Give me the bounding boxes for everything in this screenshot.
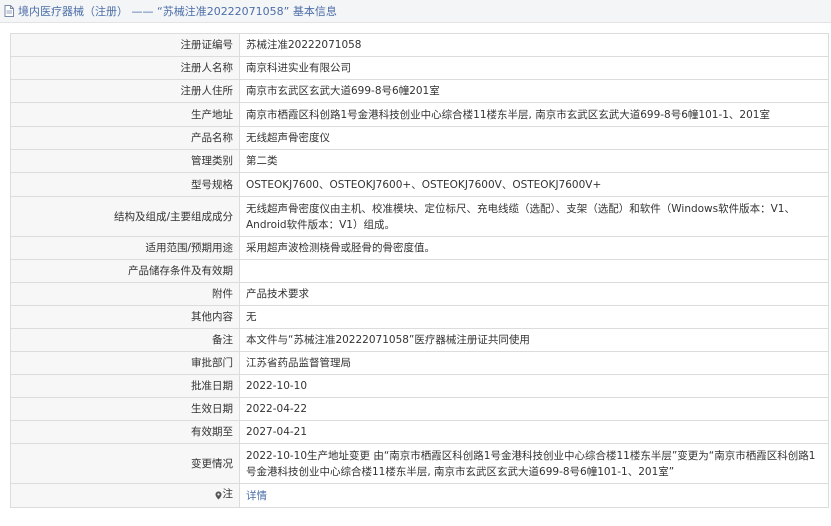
model-spec-value: OSTEOKJ7600、OSTEOKJ7600+、OSTEOKJ7600V、OS…: [239, 172, 829, 197]
change-history-value: 2022-10-10生产地址变更 由“南京市栖霞区科创路1号金港科技创业中心综合…: [239, 443, 829, 484]
table-row-effective-date: 生效日期 2022-04-22: [10, 397, 829, 421]
management-category-value: 第二类: [239, 149, 829, 173]
management-category-label: 管理类别: [10, 149, 240, 173]
production-address-value: 南京市栖霞区科创路1号金港科技创业中心综合楼11楼东半层, 南京市玄武区玄武大道…: [239, 102, 829, 127]
other-content-value: 无: [239, 305, 829, 329]
registrant-address-label: 注册人住所: [10, 79, 240, 103]
attachment-value: 产品技术要求: [239, 282, 829, 306]
table-row-registrant-address: 注册人住所 南京市玄武区玄武大道699-8号6幢201室: [10, 79, 829, 103]
remarks-value: 本文件与“苏械注准20222071058”医疗器械注册证共同使用: [239, 328, 829, 352]
table-row-management-category: 管理类别 第二类: [10, 149, 829, 173]
effective-date-value: 2022-04-22: [239, 397, 829, 421]
page-title: 境内医疗器械（注册） —— “苏械注准20222071058” 基本信息: [18, 5, 337, 18]
approval-date-value: 2022-10-10: [239, 374, 829, 398]
intended-use-value: 采用超声波检测桡骨或胫骨的骨密度值。: [239, 236, 829, 260]
detail-label: 注: [222, 487, 234, 500]
table-row-registration-number: 注册证编号 苏械注准20222071058: [10, 33, 829, 57]
info-table: 注册证编号 苏械注准20222071058 注册人名称 南京科进实业有限公司 注册人住所…: [10, 33, 829, 508]
registrant-name-value: 南京科进实业有限公司: [239, 56, 829, 80]
product-name-value: 无线超声骨密度仪: [239, 126, 829, 150]
table-row-product-name: 产品名称 无线超声骨密度仪: [10, 126, 829, 150]
registration-number-label: 注册证编号: [10, 33, 240, 57]
table-row-model-spec: 型号规格 OSTEOKJ7600、OSTEOKJ7600+、OSTEOKJ7600…: [10, 172, 829, 197]
expiry-date-value: 2027-04-21: [239, 420, 829, 444]
table-row-change-history: 变更情况 2022-10-10生产地址变更 由“南京市栖霞区科创路1号金港科技创业…: [10, 443, 829, 484]
effective-date-label: 生效日期: [10, 397, 240, 421]
change-history-label: 变更情况: [10, 443, 240, 484]
table-row-attachment: 附件 产品技术要求: [10, 282, 829, 306]
detail-label-cell: 注: [10, 483, 240, 508]
product-name-label: 产品名称: [10, 126, 240, 150]
production-address-label: 生产地址: [10, 102, 240, 127]
table-row-registrant-name: 注册人名称 南京科进实业有限公司: [10, 56, 829, 80]
table-row-intended-use: 适用范围/预期用途 采用超声波检测桡骨或胫骨的骨密度值。: [10, 236, 829, 260]
registrant-name-label: 注册人名称: [10, 56, 240, 80]
document-icon: [4, 5, 14, 17]
attachment-label: 附件: [10, 282, 240, 306]
registration-number-value: 苏械注准20222071058: [239, 33, 829, 57]
approval-department-label: 审批部门: [10, 351, 240, 375]
expiry-date-label: 有效期至: [10, 420, 240, 444]
structure-composition-value: 无线超声骨密度仪由主机、校准模块、定位标尺、充电线缆（选配）、支架（选配）和软件…: [239, 196, 829, 237]
registrant-address-value: 南京市玄武区玄武大道699-8号6幢201室: [239, 79, 829, 103]
table-row-other-content: 其他内容无: [10, 305, 829, 329]
table-row-approval-date: 批准日期 2022-10-10: [10, 374, 829, 398]
table-row-approval-department: 审批部门 江苏省药品监督管理局: [10, 351, 829, 375]
table-row-detail: 注详情: [10, 483, 829, 508]
detail-link[interactable]: 详情: [246, 490, 267, 502]
intended-use-label: 适用范围/预期用途: [10, 236, 240, 260]
structure-composition-label: 结构及组成/主要组成成分: [10, 196, 240, 237]
storage-conditions-label: 产品储存条件及有效期: [10, 259, 240, 283]
table-row-expiry-date: 有效期至 2027-04-21: [10, 420, 829, 444]
detail-value-cell: 详情: [239, 483, 829, 508]
table-row-structure-composition: 结构及组成/主要组成成分 无线超声骨密度仪由主机、校准模块、定位标尺、充电线缆（选…: [10, 196, 829, 237]
model-spec-label: 型号规格: [10, 172, 240, 197]
remarks-label: 备注: [10, 328, 240, 352]
location-pin-icon: [215, 489, 222, 500]
table-row-storage-conditions: 产品储存条件及有效期: [10, 259, 829, 283]
approval-date-label: 批准日期: [10, 374, 240, 398]
storage-conditions-value: [239, 259, 829, 283]
table-row-remarks: 备注 本文件与“苏械注准20222071058”医疗器械注册证共同使用: [10, 328, 829, 352]
approval-department-value: 江苏省药品监督管理局: [239, 351, 829, 375]
table-row-production-address: 生产地址 南京市栖霞区科创路1号金港科技创业中心综合楼11楼东半层, 南京市玄武区…: [10, 102, 829, 127]
page-header: 境内医疗器械（注册） —— “苏械注准20222071058” 基本信息: [0, 0, 831, 23]
other-content-label: 其他内容: [10, 305, 240, 329]
